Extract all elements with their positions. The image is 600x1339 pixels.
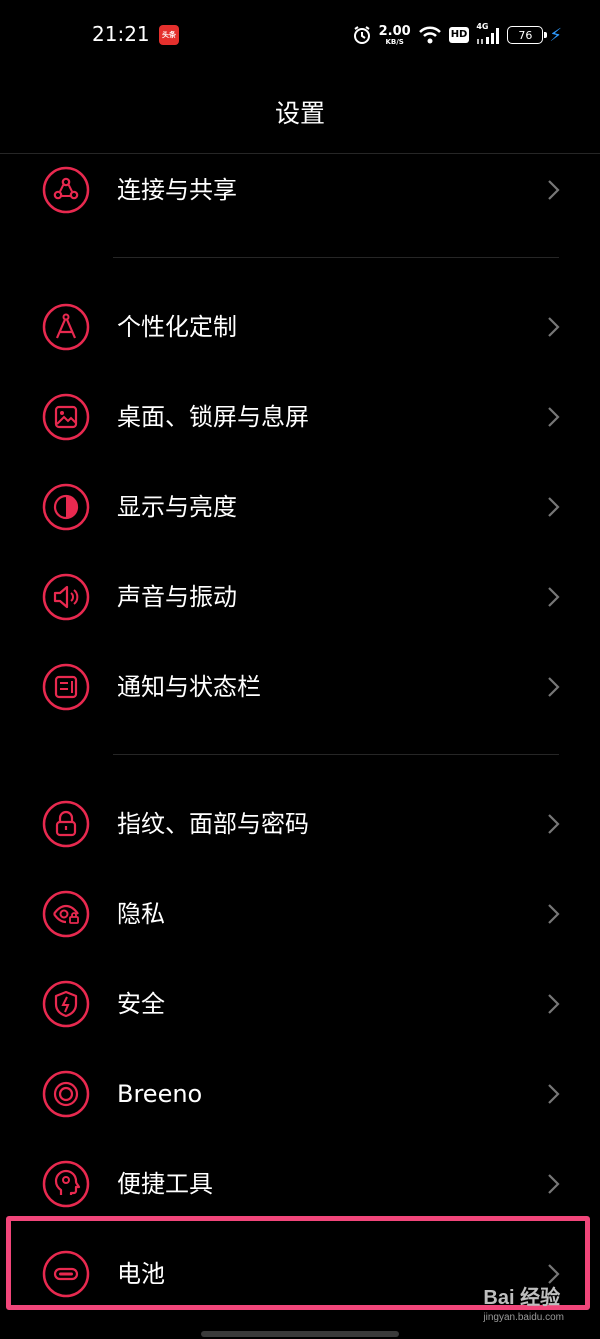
title-bar: 设置 [0, 70, 600, 154]
settings-item-connection-sharing[interactable]: 连接与共享 [0, 145, 600, 235]
chevron-right-icon [548, 814, 560, 834]
settings-item-label: Breeno [117, 1080, 203, 1108]
shield-icon [42, 980, 90, 1028]
wallpaper-icon [42, 393, 90, 441]
settings-item-label: 连接与共享 [117, 176, 237, 204]
chevron-right-icon [548, 904, 560, 924]
settings-item-label: 显示与亮度 [117, 493, 237, 521]
settings-item-label: 隐私 [117, 900, 165, 928]
settings-item-label: 通知与状态栏 [117, 673, 261, 701]
status-time: 21:21 [92, 22, 150, 46]
settings-item-label: 安全 [117, 990, 165, 1018]
settings-item-privacy[interactable]: 隐私 [0, 869, 600, 959]
section-divider [113, 257, 559, 258]
chevron-right-icon [548, 497, 560, 517]
wifi-icon [418, 25, 442, 45]
breeno-icon [42, 1070, 90, 1118]
baidu-jingyan-watermark: Bai 经验 jingyan.baidu.com [483, 1287, 564, 1323]
status-icons: 2.00 KB/S HD 4G 76 ⚡ [352, 22, 562, 48]
settings-item-sound-vibration[interactable]: 声音与振动 [0, 552, 600, 642]
page-title: 设置 [274, 99, 325, 128]
settings-item-label: 指纹、面部与密码 [117, 810, 309, 838]
net-speed: 2.00 KB/S [378, 23, 411, 46]
app-notification-icon: 头条 [159, 25, 179, 45]
alarm-icon [352, 25, 372, 45]
section-divider [113, 754, 559, 755]
compass-icon [42, 303, 90, 351]
hd-icon: HD [448, 27, 470, 43]
settings-item-label: 声音与振动 [117, 583, 237, 611]
settings-item-label: 桌面、锁屏与息屏 [117, 403, 309, 431]
status-bar: 21:21 头条 2.00 KB/S HD 4G 76 ⚡ [0, 0, 600, 70]
settings-item-desktop-lockscreen[interactable]: 桌面、锁屏与息屏 [0, 372, 600, 462]
settings-item-label: 个性化定制 [117, 313, 237, 341]
chevron-right-icon [548, 587, 560, 607]
notification-panel-icon [42, 663, 90, 711]
chevron-right-icon [548, 1174, 560, 1194]
chevron-right-icon [548, 1084, 560, 1104]
charging-icon: ⚡ [549, 24, 562, 46]
home-indicator[interactable] [201, 1331, 399, 1337]
settings-item-display-brightness[interactable]: 显示与亮度 [0, 462, 600, 552]
settings-item-security[interactable]: 安全 [0, 959, 600, 1049]
chevron-right-icon [548, 677, 560, 697]
settings-item-fingerprint-face-password[interactable]: 指纹、面部与密码 [0, 779, 600, 869]
cellular-signal-icon: 4G [476, 22, 500, 45]
privacy-eye-icon [42, 890, 90, 938]
settings-item-breeno[interactable]: Breeno [0, 1049, 600, 1139]
chevron-right-icon [548, 317, 560, 337]
assistant-head-icon [42, 1160, 90, 1208]
share-network-icon [42, 166, 90, 214]
lock-icon [42, 800, 90, 848]
contrast-icon [42, 483, 90, 531]
settings-item-personalization[interactable]: 个性化定制 [0, 282, 600, 372]
chevron-right-icon [548, 180, 560, 200]
settings-item-notifications-statusbar[interactable]: 通知与状态栏 [0, 642, 600, 732]
chevron-right-icon [548, 994, 560, 1014]
battery-status-icon: 76 [507, 26, 548, 44]
speaker-icon [42, 573, 90, 621]
chevron-right-icon [548, 407, 560, 427]
